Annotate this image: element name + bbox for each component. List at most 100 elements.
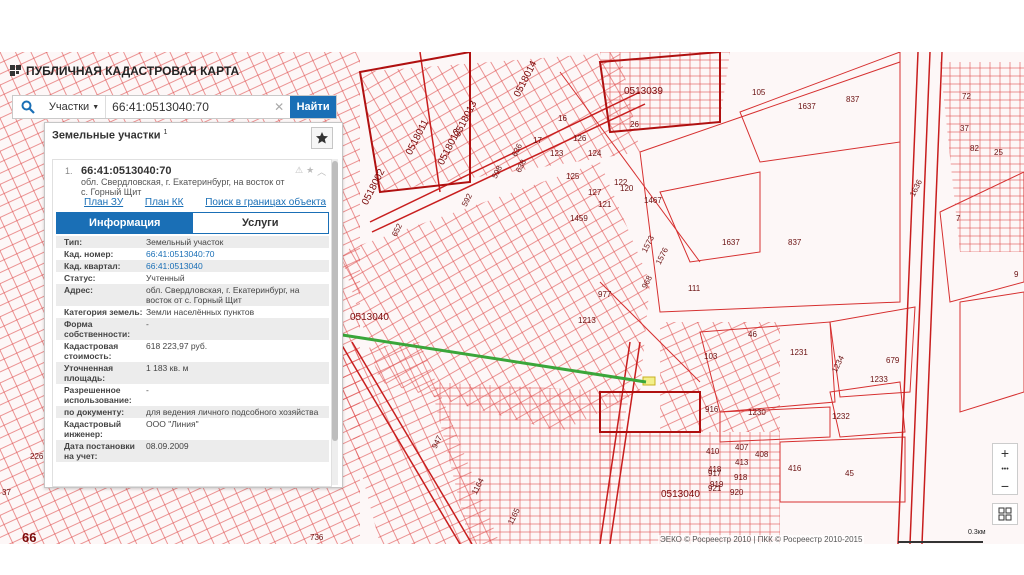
map-label: 1637 bbox=[798, 102, 816, 111]
map-label: 1230 bbox=[748, 408, 766, 417]
layers-icon bbox=[998, 507, 1012, 521]
logo-icon bbox=[10, 65, 21, 76]
info-key: Форма собственности: bbox=[64, 319, 131, 339]
tab-info[interactable]: Информация bbox=[57, 213, 193, 233]
layers-button[interactable] bbox=[992, 503, 1018, 525]
info-value: обл. Свердловская, г. Екатеринбург, на в… bbox=[146, 285, 300, 305]
info-key: Категория земель: bbox=[64, 307, 143, 317]
info-row: Дата постановки на учет: 08.09.2009 bbox=[56, 440, 329, 462]
info-row: Кадастровый инженер: ООО "Линия" bbox=[56, 418, 329, 440]
map-label: 1231 bbox=[790, 348, 808, 357]
map-label: 1233 bbox=[870, 375, 888, 384]
map-label: 72 bbox=[962, 92, 971, 101]
info-row: Форма собственности: - bbox=[56, 318, 329, 340]
map-label: 408 bbox=[755, 450, 769, 459]
map-label: 26 bbox=[630, 120, 639, 129]
map-label: 123 bbox=[550, 149, 564, 158]
bottom-bar bbox=[0, 544, 1024, 575]
scale-bar-line bbox=[898, 541, 983, 543]
app-title: ПУБЛИЧНАЯ КАДАСТРОВАЯ КАРТА bbox=[26, 64, 240, 78]
info-key: Статус: bbox=[64, 273, 96, 283]
map-label: 126 bbox=[573, 134, 587, 143]
info-row: Уточненная площадь: 1 183 кв. м bbox=[56, 362, 329, 384]
map-label: 736 bbox=[310, 533, 324, 542]
info-value: 618 223,97 руб. bbox=[146, 341, 208, 351]
chevron-down-icon: ▼ bbox=[92, 103, 100, 111]
map-label: 121 bbox=[598, 200, 612, 209]
zoom-level-indicator[interactable]: ••• bbox=[993, 461, 1017, 477]
info-value-link[interactable]: 66:41:0513040:70 bbox=[146, 249, 329, 259]
result-icons: ⚠ ★ ︿ bbox=[295, 165, 326, 178]
map-label: 1459 bbox=[570, 214, 588, 223]
info-value: 08.09.2009 bbox=[146, 441, 189, 451]
search-input[interactable] bbox=[106, 100, 269, 114]
chevron-up-icon[interactable]: ︿ bbox=[317, 165, 326, 178]
map-label: 103 bbox=[704, 352, 718, 361]
info-key: Адрес: bbox=[64, 285, 93, 295]
search-type-label: Участки bbox=[48, 101, 90, 113]
info-row: Кадастровая стоимость: 618 223,97 руб. bbox=[56, 340, 329, 362]
map-label: 0513039 bbox=[624, 86, 663, 97]
map-label: 921 bbox=[708, 484, 722, 493]
tab-services[interactable]: Услуги bbox=[192, 213, 328, 233]
star-icon bbox=[316, 132, 328, 144]
search-button[interactable]: Найти bbox=[290, 96, 336, 118]
panel-title-text: Земельные участки bbox=[52, 129, 161, 142]
info-key: Уточненная площадь: bbox=[64, 363, 114, 383]
map-label: 0513040 bbox=[661, 489, 700, 500]
info-value: Земельный участок bbox=[146, 237, 224, 247]
map-label: 837 bbox=[788, 238, 802, 247]
info-table: Тип: Земельный участок Кад. номер: 66:41:0… bbox=[56, 236, 329, 462]
scrollbar-thumb[interactable] bbox=[332, 161, 338, 441]
info-key: Разрешенное использование: bbox=[64, 385, 132, 405]
search-icon[interactable] bbox=[13, 96, 43, 118]
map-label: 46 bbox=[748, 330, 757, 339]
map-copyright: ЭЕКО © Росреестр 2010 | ПКК © Росреестр … bbox=[658, 535, 865, 544]
map-label: 16 bbox=[558, 114, 567, 123]
map-label: 410 bbox=[706, 447, 720, 456]
result-address: обл. Свердловская, г. Екатеринбург, на в… bbox=[81, 177, 285, 197]
clear-icon[interactable]: ✕ bbox=[268, 100, 290, 114]
panel-title: Земельные участки 1 bbox=[52, 129, 167, 142]
map-label: 918 bbox=[734, 473, 748, 482]
map-label: 407 bbox=[735, 443, 749, 452]
info-value: 1 183 кв. м bbox=[146, 363, 189, 373]
info-key: Кадастровый инженер: bbox=[64, 419, 122, 439]
warning-icon[interactable]: ⚠ bbox=[295, 165, 303, 178]
map-label: 226 bbox=[30, 452, 44, 461]
map-label: 416 bbox=[788, 464, 802, 473]
info-value: Земли населённых пунктов bbox=[146, 307, 255, 317]
map-label: 7 bbox=[956, 214, 961, 223]
map-label: 837 bbox=[846, 95, 860, 104]
zoom-in-button[interactable]: + bbox=[993, 444, 1017, 461]
map-label: 105 bbox=[752, 88, 766, 97]
info-value-link[interactable]: 66:41:0513040 bbox=[146, 261, 329, 271]
map-label: 1232 bbox=[832, 412, 850, 421]
map-label: 37 bbox=[960, 124, 969, 133]
result-cad-number[interactable]: 66:41:0513040:70 bbox=[81, 165, 172, 177]
top-bar bbox=[0, 0, 1024, 52]
map-label: 920 bbox=[730, 488, 744, 497]
result-tabs: Информация Услуги bbox=[56, 212, 329, 234]
info-row: Кад. номер: 66:41:0513040:70 bbox=[56, 248, 329, 260]
map-label: 82 bbox=[970, 144, 979, 153]
map-label: 25 bbox=[994, 148, 1003, 157]
map-label: 125 bbox=[566, 172, 580, 181]
favorites-button[interactable] bbox=[311, 127, 333, 149]
results-panel: Земельные участки 1 1. 66:41:0513040:70 … bbox=[44, 122, 343, 488]
app-logo[interactable]: ПУБЛИЧНАЯ КАДАСТРОВАЯ КАРТА bbox=[10, 64, 239, 78]
info-row: Категория земель: Земли населённых пункто… bbox=[56, 306, 329, 318]
info-key: по документу: bbox=[64, 407, 125, 417]
panel-scrollbar[interactable] bbox=[332, 159, 338, 485]
scale-bar: 0.3км bbox=[898, 529, 988, 546]
star-icon[interactable]: ★ bbox=[306, 165, 314, 178]
map-label: 120 bbox=[620, 184, 634, 193]
map-label: 679 bbox=[886, 356, 900, 365]
info-key: Кадастровая стоимость: bbox=[64, 341, 119, 361]
info-row: Статус: Учтенный bbox=[56, 272, 329, 284]
map-label: 17 bbox=[533, 136, 542, 145]
map-label: 0513040 bbox=[350, 312, 389, 323]
search-type-dropdown[interactable]: Участки ▼ bbox=[43, 96, 107, 118]
map-label: 45 bbox=[845, 469, 854, 478]
zoom-out-button[interactable]: − bbox=[993, 477, 1017, 494]
